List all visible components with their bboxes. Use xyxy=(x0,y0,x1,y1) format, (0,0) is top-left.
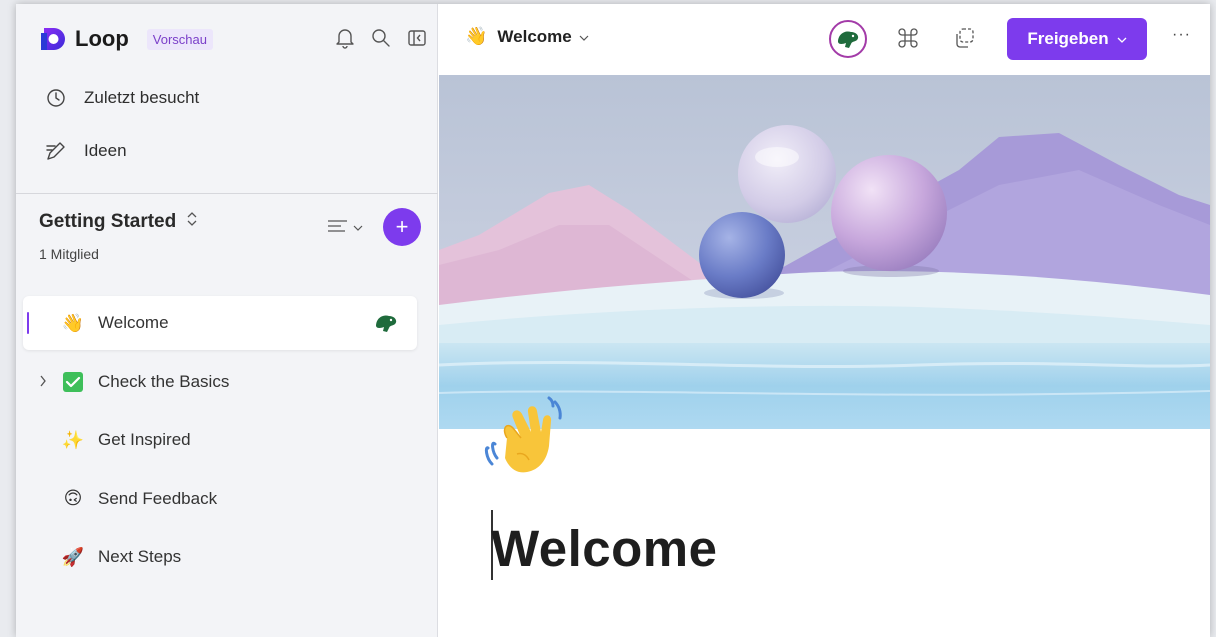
waving-hand-icon: 👋 xyxy=(61,312,85,333)
document-toolbar: 👋 Welcome Freigeben ··· xyxy=(439,4,1210,75)
page-item-next-steps[interactable]: 🚀 Next Steps xyxy=(23,530,417,584)
preview-badge: Vorschau xyxy=(146,28,213,50)
chevron-down-icon xyxy=(1117,29,1127,49)
page-label: Next Steps xyxy=(98,547,182,566)
sort-menu-button[interactable] xyxy=(327,218,367,238)
loop-app-window: Loop Vorschau Zuletzt besucht Ideen Gett… xyxy=(16,4,1210,637)
loop-logo-icon xyxy=(38,24,68,54)
page-title[interactable]: Welcome xyxy=(491,519,717,578)
app-name: Loop xyxy=(75,26,129,51)
search-icon[interactable] xyxy=(369,26,393,50)
page-label: Welcome xyxy=(98,313,169,332)
share-button-label: Freigeben xyxy=(1027,29,1109,48)
collaborator-avatar-icon xyxy=(373,312,399,334)
document-title-crumb: Welcome xyxy=(497,26,572,46)
bell-icon[interactable] xyxy=(333,26,357,50)
command-icon[interactable] xyxy=(897,27,919,54)
share-button[interactable]: Freigeben xyxy=(1007,18,1147,60)
rocket-icon: 🚀 xyxy=(61,546,85,567)
chevron-updown-icon xyxy=(186,211,198,233)
cover-image xyxy=(439,75,1210,429)
page-list: 👋 Welcome Check the Basics ✨ Get Inspire… xyxy=(23,296,417,589)
brand: Loop Vorschau xyxy=(38,24,213,54)
upside-down-face-icon: 🙃 xyxy=(63,488,83,508)
page-item-welcome[interactable]: 👋 Welcome xyxy=(23,296,417,350)
chevron-down-icon xyxy=(579,27,589,47)
waving-hand-icon xyxy=(483,394,569,480)
sidebar: Loop Vorschau Zuletzt besucht Ideen Gett… xyxy=(16,4,438,637)
more-options-button[interactable]: ··· xyxy=(1172,26,1191,44)
sidebar-divider xyxy=(16,193,438,194)
document-area: 👋 Welcome Freigeben ··· Welcome xyxy=(439,4,1210,637)
chevron-down-icon xyxy=(353,219,363,237)
page-item-send-feedback[interactable]: 🙃 Send Feedback xyxy=(23,472,417,526)
document-title-menu[interactable]: 👋 Welcome xyxy=(465,26,589,47)
waving-hand-icon: 👋 xyxy=(465,26,488,46)
nav-recent[interactable]: Zuletzt besucht xyxy=(44,84,199,112)
page-item-check-basics[interactable]: Check the Basics xyxy=(23,355,417,409)
nav-recent-label: Zuletzt besucht xyxy=(84,88,200,107)
sort-lines-icon xyxy=(327,218,349,239)
chevron-right-icon[interactable] xyxy=(35,372,51,392)
nav-ideas-label: Ideen xyxy=(84,141,127,160)
page-label: Get Inspired xyxy=(98,430,191,449)
check-box-icon xyxy=(61,370,85,394)
copy-component-icon[interactable] xyxy=(952,26,976,55)
add-page-button[interactable]: + xyxy=(383,208,421,246)
page-label: Check the Basics xyxy=(98,371,230,391)
sparkles-icon: ✨ xyxy=(61,429,85,450)
collaborator-presence-avatar[interactable] xyxy=(829,20,867,58)
clock-icon xyxy=(44,86,68,110)
page-label: Send Feedback xyxy=(98,488,218,508)
page-item-get-inspired[interactable]: ✨ Get Inspired xyxy=(23,413,417,467)
sidebar-toolbar xyxy=(333,26,429,50)
nav-ideas[interactable]: Ideen xyxy=(44,137,127,165)
pencil-lines-icon xyxy=(44,139,68,163)
collapse-sidebar-icon[interactable] xyxy=(405,26,429,50)
workspace-title-label: Getting Started xyxy=(39,211,177,232)
workspace-members: 1 Mitglied xyxy=(39,246,99,262)
workspace-title[interactable]: Getting Started xyxy=(39,211,198,233)
